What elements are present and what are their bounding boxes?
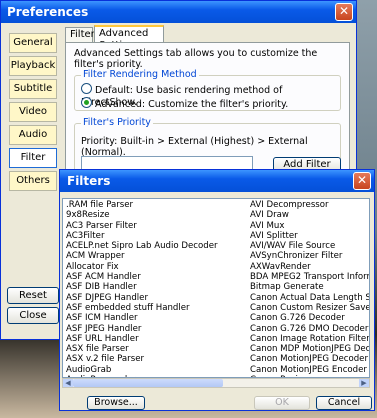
list-item[interactable]: ACELP.net Sipro Lab Audio Decoder (66, 241, 218, 251)
list-item[interactable]: ASF ICM Handler (66, 313, 218, 323)
list-item[interactable]: ASF embedded stuff Handler (66, 303, 218, 313)
list-item[interactable]: ASX v.2 file Parser (66, 354, 218, 364)
list-item[interactable]: AVI Splitter (250, 231, 369, 241)
radio-advanced-row[interactable]: Advanced: Customize the filter's priorit… (81, 97, 289, 110)
list-item[interactable]: Canon Custom Resizer SaveMode (250, 303, 369, 313)
radio-default[interactable] (81, 83, 92, 94)
list-item[interactable]: BDA MPEG2 Transport Information (250, 272, 369, 282)
list-item[interactable]: Allocator Fix (66, 262, 218, 272)
rendering-group-title: Filter Rendering Method (81, 69, 199, 80)
horizontal-scrollbar[interactable]: ◀ ▶ (62, 378, 370, 388)
sidebar-item-label: General (13, 37, 53, 48)
filters-titlebar[interactable]: Filters ✕ (60, 170, 374, 192)
sidebar-item-playback[interactable]: Playback (9, 56, 57, 76)
filters-list[interactable]: .RAM file Parser 9x8Resize AC3 Parser Filt… (62, 198, 370, 378)
sidebar-item-label: Audio (18, 129, 48, 140)
close-icon: ✕ (356, 173, 368, 187)
list-item[interactable]: ASF DIB Handler (66, 282, 218, 292)
list-item[interactable]: Canon G.726 Decoder (250, 313, 369, 323)
tab-advanced-settings[interactable]: Advanced Settings (94, 25, 164, 51)
list-item[interactable]: AVI Decompressor (250, 200, 369, 210)
close-icon: ✕ (338, 4, 350, 18)
priority-text: Priority: Built-in > External (Highest) … (81, 136, 308, 158)
scroll-left-arrow-icon[interactable]: ◀ (63, 379, 73, 387)
list-item[interactable]: Canon MotionJPEG Encoder (250, 365, 369, 375)
filters-window: Filters ✕ .RAM file Parser 9x8Resize AC3 P… (59, 169, 375, 411)
list-item[interactable]: AVI Draw (250, 210, 369, 220)
preferences-sidebar: General Playback Subtitle Video Audio Fi… (9, 33, 57, 233)
sidebar-item-label: Video (18, 106, 48, 117)
radio-default-row[interactable]: Default: Use basic rendering method of D… (81, 83, 340, 108)
list-item[interactable]: AVI Mux (250, 221, 369, 231)
list-item[interactable]: ACM Wrapper (66, 251, 218, 261)
preferences-close-button[interactable]: ✕ (335, 3, 353, 21)
list-item[interactable]: Canon MDP MotionJPEG Decoder (250, 344, 369, 354)
list-item[interactable]: AudioGrab (66, 365, 218, 375)
sidebar-item-label: Filter (20, 152, 46, 163)
list-item[interactable]: ASF JPEG Handler (66, 324, 218, 334)
filters-title: Filters (67, 174, 111, 188)
list-item[interactable]: Canon MotionJPEG Decoder (250, 354, 369, 364)
panel-description: Advanced Settings tab allows you to cust… (74, 48, 318, 70)
filters-left-column: .RAM file Parser 9x8Resize AC3 Parser Filt… (66, 200, 218, 377)
cancel-button[interactable]: Cancel (316, 396, 372, 410)
sidebar-item-subtitle[interactable]: Subtitle (9, 79, 57, 99)
close-button[interactable]: Close (7, 307, 59, 324)
sidebar-item-label: Subtitle (13, 83, 53, 94)
radio-advanced-label: Advanced: Customize the filter's priorit… (95, 99, 289, 110)
sidebar-item-general[interactable]: General (9, 33, 57, 53)
priority-group-title: Filter's Priority (81, 117, 153, 128)
list-item[interactable]: Canon Image Rotation Filter (250, 334, 369, 344)
sidebar-item-video[interactable]: Video (9, 102, 57, 122)
list-item[interactable]: ASF ACM Handler (66, 272, 218, 282)
list-item[interactable]: ASF DJPEG Handler (66, 293, 218, 303)
preferences-title: Preferences (7, 5, 89, 19)
list-item[interactable]: AC3 Parser Filter (66, 221, 218, 231)
reset-button[interactable]: Reset (7, 287, 59, 304)
list-item[interactable]: Canon G.726 DMO Decoder (250, 324, 369, 334)
list-item[interactable]: AC3Filter (66, 231, 218, 241)
list-item[interactable]: AVI/WAV File Source (250, 241, 369, 251)
radio-advanced[interactable] (81, 97, 92, 108)
close-button-label: Close (19, 310, 47, 321)
reset-button-label: Reset (19, 290, 47, 301)
filters-right-column: AVI Decompressor AVI Draw AVI Mux AVI Split… (250, 200, 369, 377)
browse-button[interactable]: Browse... (87, 396, 145, 410)
list-item[interactable]: 9x8Resize (66, 210, 218, 220)
preferences-titlebar[interactable]: Preferences ✕ (1, 1, 356, 23)
sidebar-item-label: Others (16, 175, 50, 186)
tab-filter[interactable]: Filter (65, 27, 95, 42)
filters-close-button[interactable]: ✕ (353, 172, 371, 190)
list-item[interactable]: ASF URL Handler (66, 334, 218, 344)
list-item[interactable]: ASX file Parser (66, 344, 218, 354)
browse-label: Browse... (94, 397, 138, 408)
rendering-method-group: Filter Rendering Method Default: Use bas… (74, 69, 341, 111)
list-item[interactable]: Canon Actual Data Length Setter (250, 293, 369, 303)
sidebar-item-label: Playback (10, 60, 56, 71)
list-item[interactable]: .RAM file Parser (66, 200, 218, 210)
list-item[interactable]: AVSynChronizer Filter (250, 251, 369, 261)
ok-button[interactable]: OK (254, 396, 310, 410)
scroll-right-arrow-icon[interactable]: ▶ (359, 379, 369, 387)
cancel-label: Cancel (327, 397, 361, 408)
sidebar-item-filter[interactable]: Filter (9, 148, 57, 168)
scroll-thumb[interactable] (73, 379, 223, 387)
tab-label: Filter (70, 29, 95, 40)
sidebar-item-audio[interactable]: Audio (9, 125, 57, 145)
sidebar-item-others[interactable]: Others (9, 171, 57, 191)
list-item[interactable]: Bitmap Generate (250, 282, 369, 292)
ok-label: OK (275, 397, 289, 408)
list-item[interactable]: AXWavRender (250, 262, 369, 272)
